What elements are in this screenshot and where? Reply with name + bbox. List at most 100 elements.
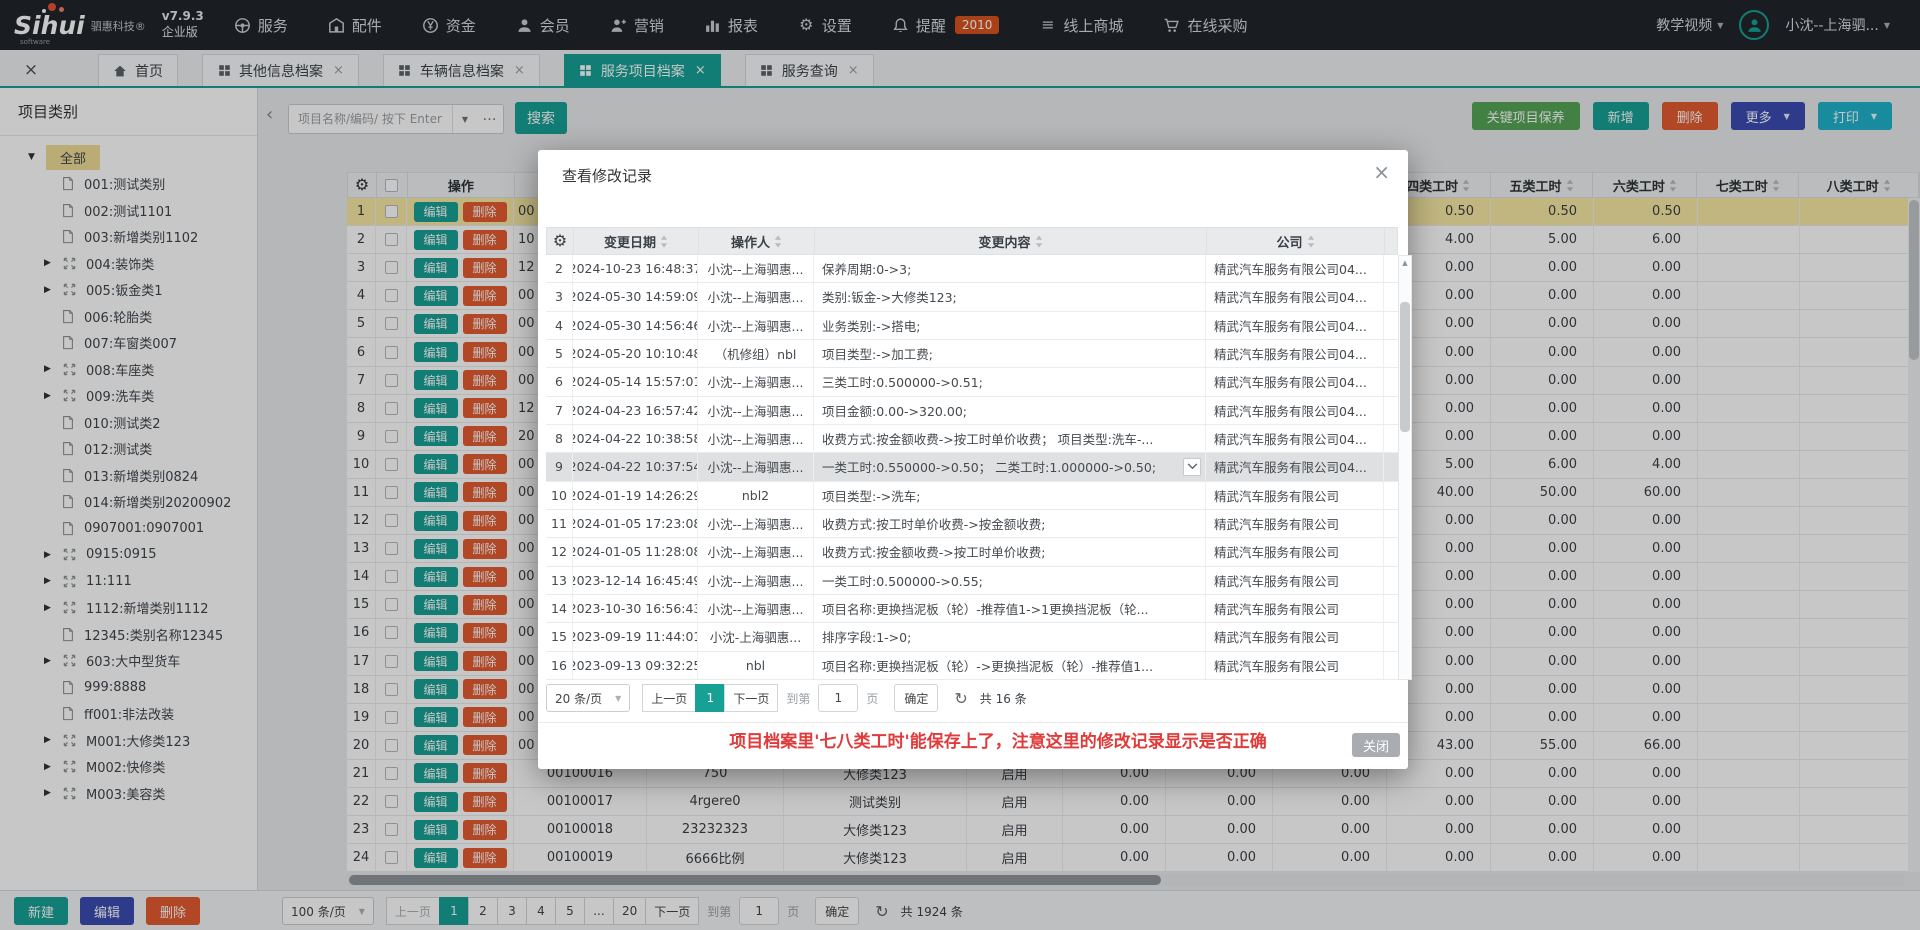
change-log-row[interactable]: 72024-04-23 16:57:42小沈--上海驷惠...项目金额:0.00… [546, 397, 1398, 425]
change-log-row[interactable]: 52024-05-20 10:10:48（机修组）nbl项目类型:->加工费;精… [546, 340, 1398, 368]
chevron-down-icon [1187, 463, 1198, 470]
change-log-row[interactable]: 82024-04-22 10:38:58小沈--上海驷惠...收费方式:按金额收… [546, 425, 1398, 453]
cell-company: 精武汽车服务有限公司 [1206, 510, 1384, 537]
cell-date: 2024-05-20 10:10:48 [573, 340, 698, 367]
modal-goto-confirm-button[interactable]: 确定 [894, 684, 938, 712]
cell-operator: 小沈--上海驷惠... [698, 567, 814, 594]
cell-operator: 小沈--上海驷惠... [698, 538, 814, 565]
modal-scrollbar-thumb[interactable] [1400, 302, 1410, 432]
cell-content: 排序字段:1->0; [814, 623, 1206, 650]
cell-content: 项目名称:更换挡泥板（轮）-推荐值1->1更换挡泥板（轮... [814, 595, 1206, 622]
page-unit-label: 页 [866, 690, 878, 707]
modal-column-header-变更内容[interactable]: 变更内容 [815, 228, 1207, 254]
cell-date: 2023-09-19 11:44:01 [573, 623, 698, 650]
modal-title: 查看修改记录 [562, 165, 652, 186]
column-header-label: 变更日期 [604, 232, 656, 251]
cell-date: 2024-01-05 11:28:08 [573, 538, 698, 565]
cell-company: 精武汽车服务有限公司 [1206, 538, 1384, 565]
modal-vertical-scrollbar: ▲ [1398, 255, 1412, 680]
cell-operator: 小沈--上海驷惠... [698, 283, 814, 310]
change-log-row[interactable]: 142023-10-30 16:56:43小沈--上海驷惠...项目名称:更换挡… [546, 595, 1398, 623]
cell-company: 精武汽车服务有限公司 [1206, 482, 1384, 509]
cell-operator: 小沈--上海驷惠... [698, 255, 814, 282]
cell-date: 2023-12-14 16:45:49 [573, 567, 698, 594]
change-log-row[interactable]: 122024-01-05 11:28:08小沈--上海驷惠...收费方式:按金额… [546, 538, 1398, 566]
cell-company: 精武汽车服务有限公司04... [1206, 312, 1384, 339]
expand-row-button[interactable] [1183, 458, 1201, 476]
row-number: 12 [546, 538, 573, 565]
divider [538, 722, 1408, 723]
cell-company: 精武汽车服务有限公司04... [1206, 283, 1384, 310]
sort-icon [774, 235, 782, 248]
modal-note-text: 项目档案里'七八类工时'能保存上了，注意这里的修改记录显示是否正确 [648, 727, 1348, 752]
modal-column-header-公司[interactable]: 公司 [1207, 228, 1385, 254]
cell-content: 项目金额:0.00->320.00; [814, 397, 1206, 424]
gear-icon: ⚙ [553, 233, 567, 249]
cell-operator: 小沈--上海驷惠... [698, 425, 814, 452]
change-log-row[interactable]: 42024-05-30 14:56:46小沈--上海驷惠...业务类别:->搭电… [546, 312, 1398, 340]
row-number: 3 [546, 283, 573, 310]
cell-date: 2024-05-30 14:59:09 [573, 283, 698, 310]
modal-column-settings-header[interactable]: ⚙ [547, 228, 574, 254]
row-number: 8 [546, 425, 573, 452]
cell-company: 精武汽车服务有限公司04... [1206, 425, 1384, 452]
change-log-row[interactable]: 92024-04-22 10:37:54小沈--上海驷惠...一类工时:0.55… [546, 453, 1398, 481]
change-log-row[interactable]: 112024-01-05 17:23:08小沈--上海驷惠...收费方式:按工时… [546, 510, 1398, 538]
cell-operator: 小沈--上海驷惠... [698, 510, 814, 537]
cell-company: 精武汽车服务有限公司04... [1206, 368, 1384, 395]
cell-content: 业务类别:->搭电; [814, 312, 1206, 339]
modal-close-button[interactable]: 关闭 [1352, 733, 1400, 757]
cell-date: 2023-10-30 16:56:43 [573, 595, 698, 622]
modal-goto-page-input[interactable] [818, 684, 858, 712]
cell-company: 精武汽车服务有限公司04... [1206, 340, 1384, 367]
cell-content: 一类工时:0.550000->0.50； 二类工时:1.000000->0.50… [814, 453, 1206, 480]
page-size-value: 20 条/页 [555, 690, 602, 707]
modal-refresh-icon[interactable]: ↻ [954, 689, 967, 708]
change-log-row[interactable]: 162023-09-13 09:32:25nbl项目名称:更换挡泥板（轮）->更… [546, 652, 1398, 680]
cell-date: 2023-09-13 09:32:25 [573, 652, 698, 679]
cell-operator: 小沈--上海驷惠... [698, 368, 814, 395]
cell-date: 2024-10-23 16:48:37 [573, 255, 698, 282]
change-log-row[interactable]: 22024-10-23 16:48:37小沈--上海驷惠...保养周期:0->3… [546, 255, 1398, 283]
cell-date: 2024-05-14 15:57:01 [573, 368, 698, 395]
cell-company: 精武汽车服务有限公司 [1206, 623, 1384, 650]
row-number: 6 [546, 368, 573, 395]
cell-date: 2024-05-30 14:56:46 [573, 312, 698, 339]
cell-company: 精武汽车服务有限公司 [1206, 567, 1384, 594]
cell-content: 收费方式:按金额收费->按工时单价收费; [814, 538, 1206, 565]
change-log-table: ⚙变更日期操作人变更内容公司 22024-10-23 16:48:37小沈--上… [546, 227, 1398, 680]
row-number: 14 [546, 595, 573, 622]
modal-column-header-操作人[interactable]: 操作人 [699, 228, 815, 254]
modal-page-size-select[interactable]: 20 条/页▼ [546, 684, 630, 712]
cell-content: 项目类型:->洗车; [814, 482, 1206, 509]
cell-content: 收费方式:按工时单价收费->按金额收费; [814, 510, 1206, 537]
change-log-row[interactable]: 132023-12-14 16:45:49小沈--上海驷惠...一类工时:0.5… [546, 567, 1398, 595]
change-log-row[interactable]: 32024-05-30 14:59:09小沈--上海驷惠...类别:钣金->大修… [546, 283, 1398, 311]
modal-next-page-button[interactable]: 下一页 [724, 684, 778, 712]
row-number: 13 [546, 567, 573, 594]
cell-operator: nbl2 [698, 482, 814, 509]
modal-total-count: 共 16 条 [980, 690, 1027, 707]
cell-content: 一类工时:0.500000->0.55; [814, 567, 1206, 594]
change-log-row[interactable]: 62024-05-14 15:57:01小沈--上海驷惠...三类工时:0.50… [546, 368, 1398, 396]
change-log-row[interactable]: 102024-01-19 14:26:29nbl2项目类型:->洗车;精武汽车服… [546, 482, 1398, 510]
cell-content: 项目名称:更换挡泥板（轮）->更换挡泥板（轮）-推荐值1... [814, 652, 1206, 679]
cell-operator: 小沈--上海驷惠... [698, 595, 814, 622]
cell-date: 2024-01-19 14:26:29 [573, 482, 698, 509]
modal-column-header-变更日期[interactable]: 变更日期 [574, 228, 699, 254]
modal-prev-page-button[interactable]: 上一页 [642, 684, 696, 712]
cell-content: 保养周期:0->3; [814, 255, 1206, 282]
cell-company: 精武汽车服务有限公司 [1206, 595, 1384, 622]
row-number: 2 [546, 255, 573, 282]
cell-operator: nbl [698, 652, 814, 679]
modal-pagination: 20 条/页▼ 上一页1下一页到第 页确定 ↻ 共 16 条 [546, 684, 1027, 712]
cell-company: 精武汽车服务有限公司04... [1206, 397, 1384, 424]
cell-operator: 小沈--上海驷惠... [698, 453, 814, 480]
change-log-row[interactable]: 152023-09-19 11:44:01小沈-上海驷惠...排序字段:1->0… [546, 623, 1398, 651]
scroll-up-arrow-icon[interactable]: ▲ [1399, 256, 1411, 270]
row-number: 16 [546, 652, 573, 679]
goto-label: 到第 [786, 690, 810, 707]
modal-page-button-1[interactable]: 1 [695, 684, 725, 712]
modal-close-icon[interactable]: × [1373, 160, 1390, 184]
cell-company: 精武汽车服务有限公司04... [1206, 255, 1384, 282]
